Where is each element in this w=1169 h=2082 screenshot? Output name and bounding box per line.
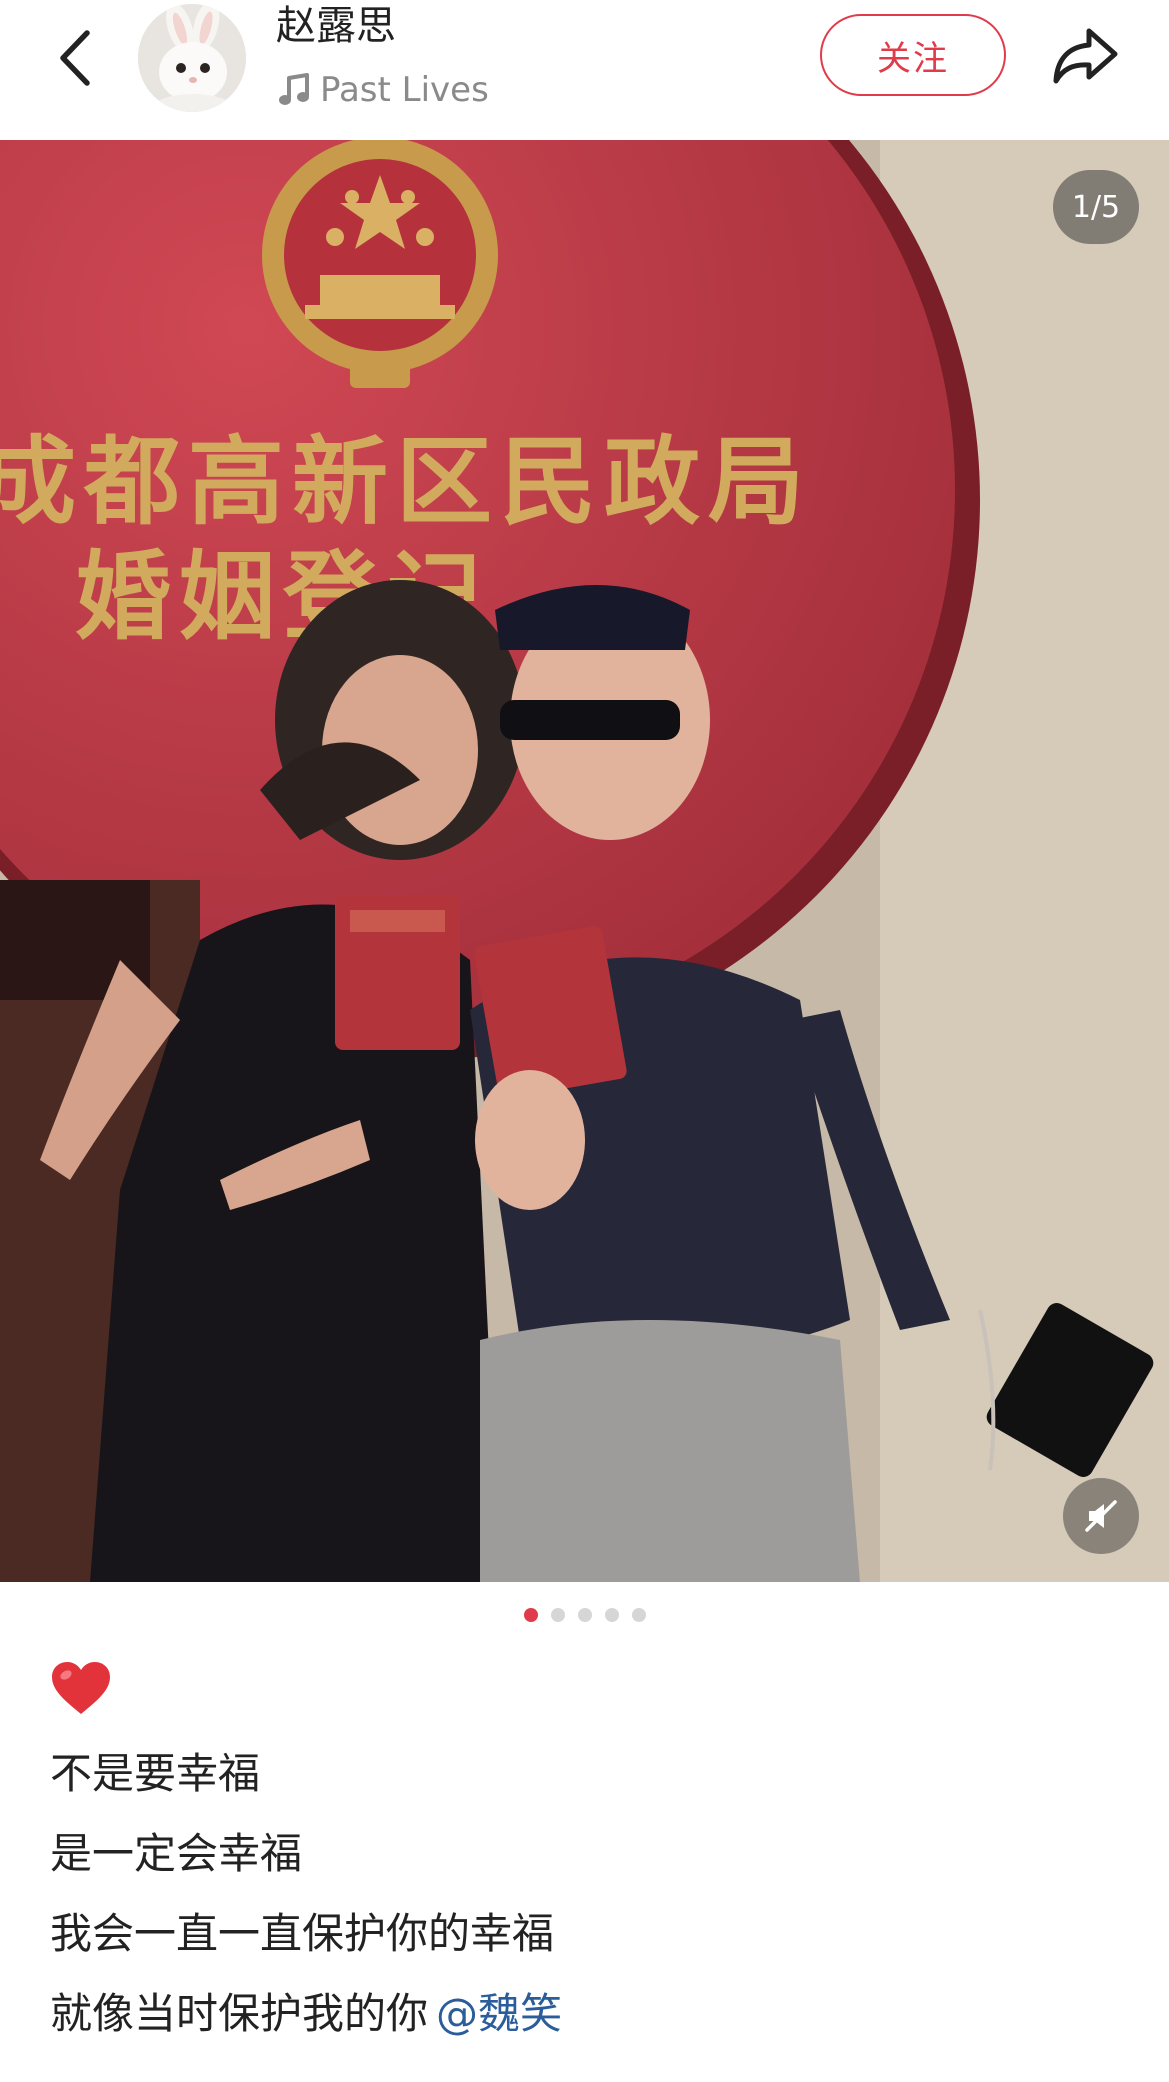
pagination-dot[interactable] — [550, 1608, 565, 1622]
back-button[interactable] — [40, 18, 110, 98]
sign-text-line1: 成都高新区民政局 — [0, 426, 812, 538]
rabbit-avatar-image — [138, 4, 246, 112]
pagination-dot-active[interactable] — [523, 1608, 538, 1622]
image-counter-badge: 1/5 — [1053, 170, 1139, 244]
chevron-left-icon — [60, 30, 90, 86]
follow-button[interactable]: 关注 — [820, 14, 1006, 96]
wedding-photo-image: 成都高新区民政局 婚姻登记 — [0, 140, 1169, 1582]
avatar[interactable] — [138, 4, 246, 112]
carousel-pagination — [0, 1608, 1169, 1628]
pagination-dot[interactable] — [604, 1608, 619, 1622]
caption-line-1: 不是要幸福 — [50, 1749, 261, 1798]
author-name[interactable]: 赵露思 — [276, 0, 396, 52]
heart-icon — [52, 1662, 110, 1714]
music-title: Past Lives — [320, 70, 489, 110]
speaker-muted-icon — [1085, 1500, 1117, 1532]
caption-line-3: 我会一直一直保护你的幸福 — [50, 1909, 555, 1958]
music-tag[interactable]: Past Lives — [278, 68, 489, 112]
user-mention-link[interactable]: @魏笑 — [436, 1989, 562, 2038]
music-note-icon — [279, 73, 309, 105]
pagination-dot[interactable] — [577, 1608, 592, 1622]
caption-line-4: 就像当时保护我的你 @魏笑 — [50, 1974, 1130, 2054]
post-photo[interactable]: 成都高新区民政局 婚姻登记 1/5 — [0, 140, 1169, 1582]
share-button[interactable] — [1046, 18, 1126, 94]
caption-line-2: 是一定会幸福 — [50, 1829, 303, 1878]
post-caption: 不是要幸福 是一定会幸福 我会一直一直保护你的幸福 就像当时保护我的你 @魏笑 — [50, 1660, 1130, 2054]
pagination-dot[interactable] — [631, 1608, 646, 1622]
mute-button[interactable] — [1063, 1478, 1139, 1554]
share-arrow-icon — [1053, 28, 1118, 84]
post-header: 赵露思 Past Lives 关注 — [0, 0, 1169, 140]
caption-line-4-text: 就像当时保护我的你 — [50, 1989, 429, 2038]
